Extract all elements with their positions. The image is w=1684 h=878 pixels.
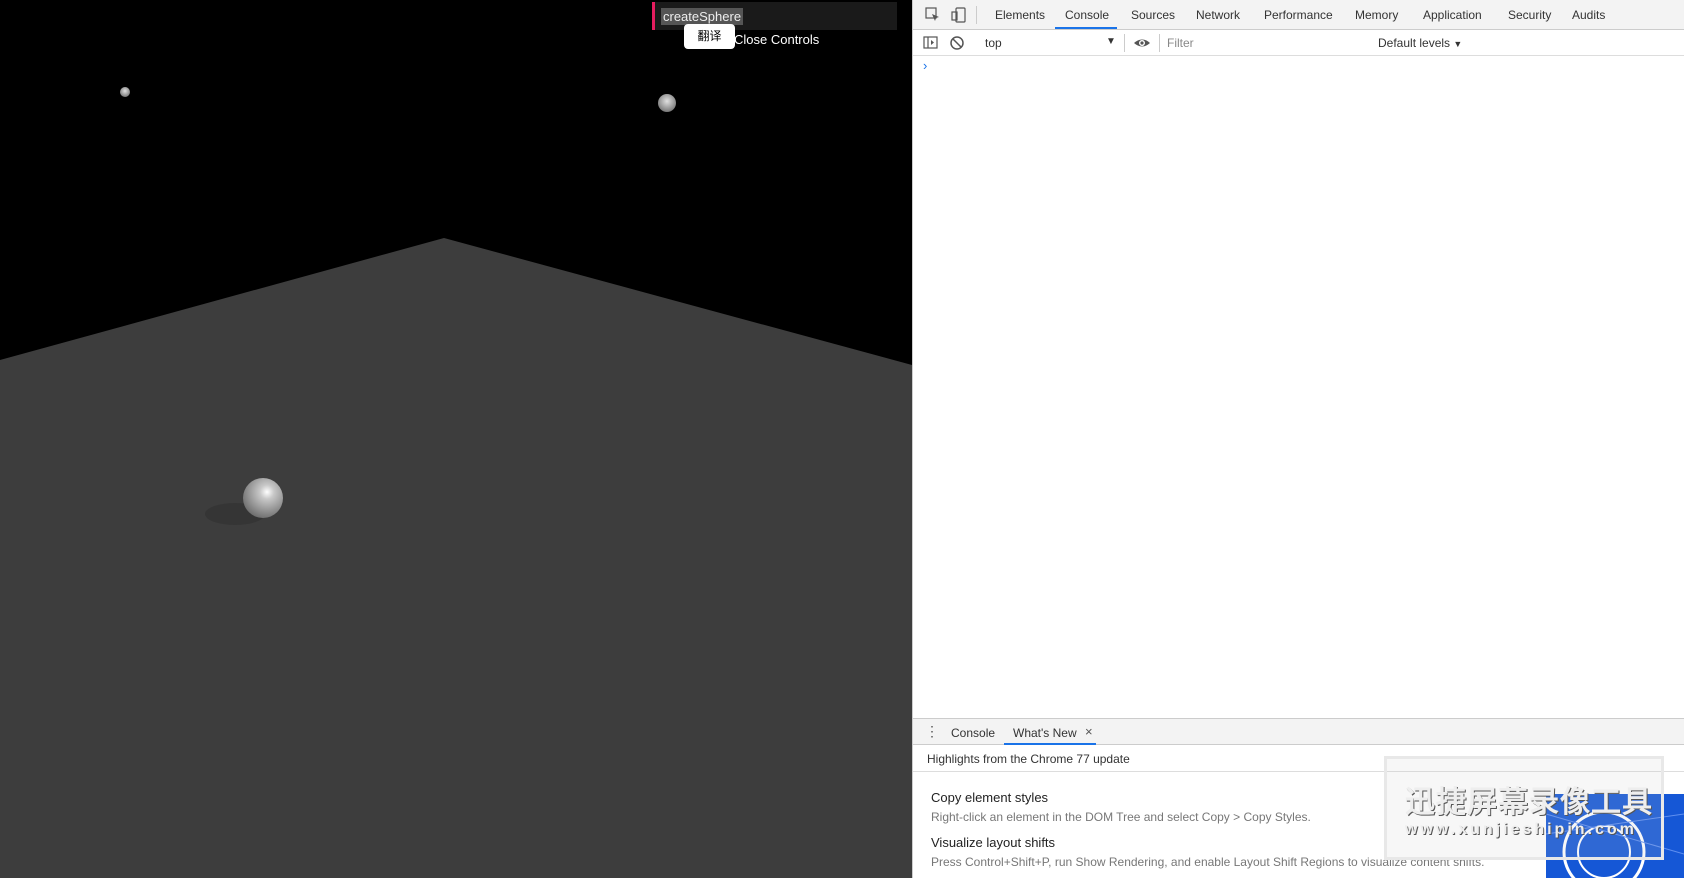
toolbar-divider <box>1124 34 1125 52</box>
watermark: 迅捷屏幕录像工具 www.xunjieshipin.com <box>1384 756 1664 860</box>
active-tab-indicator <box>1055 27 1117 29</box>
whats-new-header-text: Highlights from the Chrome 77 update <box>927 752 1130 766</box>
tab-console[interactable]: Console <box>1065 8 1109 22</box>
console-filter-input[interactable] <box>1163 33 1368 53</box>
drawer-menu-icon[interactable]: ⋮ <box>925 724 939 738</box>
sidebar-toggle-icon[interactable] <box>923 35 939 51</box>
drawer-tab-whats-new[interactable]: What's New <box>1013 726 1077 740</box>
inspect-element-icon[interactable] <box>925 7 941 23</box>
tab-security[interactable]: Security <box>1508 8 1551 22</box>
clear-console-icon[interactable] <box>949 35 965 51</box>
drawer-tab-bar: ⋮ Console What's New × <box>913 718 1684 745</box>
whats-new-item-title[interactable]: Copy element styles <box>931 790 1048 805</box>
device-toolbar-icon[interactable] <box>951 7 967 23</box>
whats-new-item-title[interactable]: Visualize layout shifts <box>931 835 1055 850</box>
tab-sources[interactable]: Sources <box>1131 8 1175 22</box>
chevron-down-icon: ▼ <box>1453 39 1463 49</box>
translate-popup[interactable]: 翻译 <box>684 24 735 49</box>
tab-network[interactable]: Network <box>1196 8 1240 22</box>
log-levels-label: Default levels <box>1378 36 1451 50</box>
log-levels-dropdown[interactable]: Default levels ▼ <box>1378 36 1462 50</box>
tab-performance[interactable]: Performance <box>1264 8 1333 22</box>
webgl-canvas[interactable]: createSphere Close Controls 翻译 <box>0 0 912 878</box>
chevron-down-icon[interactable]: ▼ <box>1106 36 1116 47</box>
live-expression-eye-icon[interactable] <box>1133 35 1150 51</box>
ground-plane <box>0 238 912 878</box>
sphere-main <box>243 478 283 518</box>
tab-elements[interactable]: Elements <box>995 8 1045 22</box>
watermark-url: www.xunjieshipin.com <box>1405 821 1637 838</box>
watermark-title: 迅捷屏幕录像工具 <box>1405 785 1653 820</box>
tab-memory[interactable]: Memory <box>1355 8 1398 22</box>
gui-controller-name[interactable]: createSphere <box>661 8 744 25</box>
tab-application[interactable]: Application <box>1423 8 1482 22</box>
context-selector[interactable]: top <box>985 36 1002 50</box>
drawer-tab-console[interactable]: Console <box>951 726 995 740</box>
devtools-panel: Elements Console Sources Network Perform… <box>912 0 1684 878</box>
toolbar-divider <box>976 6 977 24</box>
close-icon[interactable]: × <box>1085 724 1093 739</box>
toolbar-divider <box>1159 34 1160 52</box>
devtools-tab-bar: Elements Console Sources Network Perform… <box>913 0 1684 30</box>
sphere-far-right <box>658 94 676 112</box>
console-prompt-icon[interactable]: › <box>923 58 927 73</box>
close-controls-button[interactable]: Close Controls <box>734 32 819 47</box>
scene-svg <box>0 87 912 878</box>
console-toolbar: top ▼ Default levels ▼ <box>913 30 1684 56</box>
sphere-far-left <box>120 87 130 97</box>
tab-audits[interactable]: Audits <box>1572 8 1605 22</box>
